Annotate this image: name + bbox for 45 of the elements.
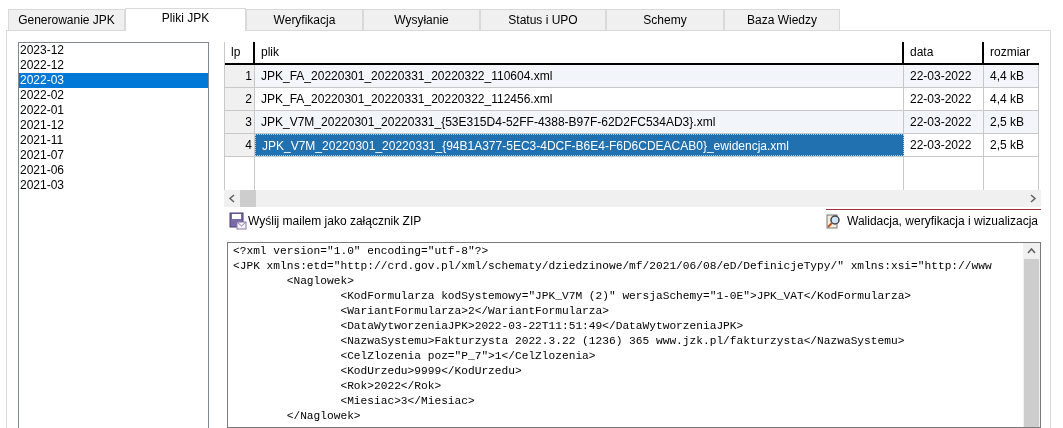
tab[interactable]: Generowanie JPK (8, 9, 125, 30)
table-cell: 2,5 kB (984, 134, 1039, 156)
period-item[interactable]: 2021-03 (19, 178, 208, 193)
column-header[interactable]: data (904, 42, 984, 63)
tab[interactable]: Schemy (606, 9, 724, 30)
period-item[interactable]: 2022-02 (19, 88, 208, 103)
email-zip-button[interactable]: Wyślij mailem jako załącznik ZIP (224, 211, 422, 230)
table-cell: 22-03-2022 (904, 111, 984, 133)
column-header[interactable]: rozmiar (984, 42, 1039, 63)
table-cell: 22-03-2022 (904, 88, 984, 110)
scrollbar-thumb[interactable] (1024, 259, 1039, 427)
table-cell: 2,5 kB (984, 111, 1039, 133)
table-cell[interactable]: JPK_V7M_20220301_20220331_{94B1A377-5EC3-4DCF-B6E4-F6D6CDEACAB0}_ewidencja.xml (255, 134, 904, 156)
table-cell: 4,4 kB (984, 65, 1039, 87)
period-item[interactable]: 2022-03 (19, 73, 208, 88)
tab[interactable]: Status i UPO (480, 9, 606, 30)
period-list[interactable]: 2023-12 2022-12 2022-03 2022-02 2022-01 2021-12 2021-11 2021-07 2021-06 2021-03 (18, 42, 209, 428)
xml-preview: <?xml version="1.0" encoding="utf-8"?> <JPK xmlns:etd="http://crd.gov.pl/xml/schematy/dziedzinowe/mf/2021/06/08/eD/DefinicjeTypy/" xmlns:xsi="http://www <Naglowek> <KodFormularza kodSystemowy="JPK_V7M (2)" wersjaSchemy="1-0E">JPK_VAT</KodFormularza> <WariantFormularza>2</WariantFormularza> <DataWytworzeniaJPK>2022-03-22T11:51:49</DataWytworzeniaJPK> <NazwaSystemu>Fakturzysta 2022.3.22 (1236) 365 www.jzk.pl/fakturzysta</NazwaSystemu> <CelZlozenia poz="P_7">1</CelZlozenia> <KodUrzedu>9999</KodUrzedu> <Rok>2022</Rok> <Miesiac>3</Miesiac> </Naglowek> (232, 244, 993, 425)
table-cell: 22-03-2022 (904, 65, 984, 87)
table-cell: 22-03-2022 (904, 134, 984, 156)
table-cell[interactable]: JPK_FA_20220301_20220331_20220322_110604.xml (255, 65, 904, 87)
scrollbar-thumb[interactable] (240, 190, 256, 208)
magnifier-document-icon (826, 213, 843, 230)
period-item[interactable]: 2022-01 (19, 103, 208, 118)
tab[interactable]: Weryfikacja (246, 9, 363, 30)
tab[interactable]: Baza Wiedzy (724, 9, 840, 30)
period-item[interactable]: 2023-12 (19, 43, 208, 58)
column-header[interactable]: lp (225, 42, 255, 63)
table-cell: 2 (225, 88, 255, 110)
table-cell: 4,4 kB (984, 88, 1039, 110)
table-cell[interactable]: JPK_V7M_20220301_20220331_{53E315D4-52FF-4388-B97F-62D2FC534AD3}.xml (255, 111, 904, 133)
table-cell: 3 (225, 111, 255, 133)
validation-button[interactable]: Walidacja, weryfikacja i wizualizacja (826, 209, 1041, 233)
period-item[interactable]: 2021-11 (19, 133, 208, 148)
floppy-envelope-icon (229, 211, 247, 230)
table-cell: 1 (225, 65, 255, 87)
tab[interactable]: Wysyłanie (363, 9, 480, 30)
period-item[interactable]: 2021-12 (19, 118, 208, 133)
period-item[interactable]: 2021-07 (19, 148, 208, 163)
table-cell[interactable]: JPK_FA_20220301_20220331_20220322_112456.xml (255, 88, 904, 110)
period-item[interactable]: 2022-12 (19, 58, 208, 73)
period-item[interactable]: 2021-06 (19, 163, 208, 178)
tab[interactable]: Pliki JPK (125, 8, 246, 31)
column-header[interactable]: plik (255, 42, 904, 63)
table-cell: 4 (225, 134, 255, 156)
